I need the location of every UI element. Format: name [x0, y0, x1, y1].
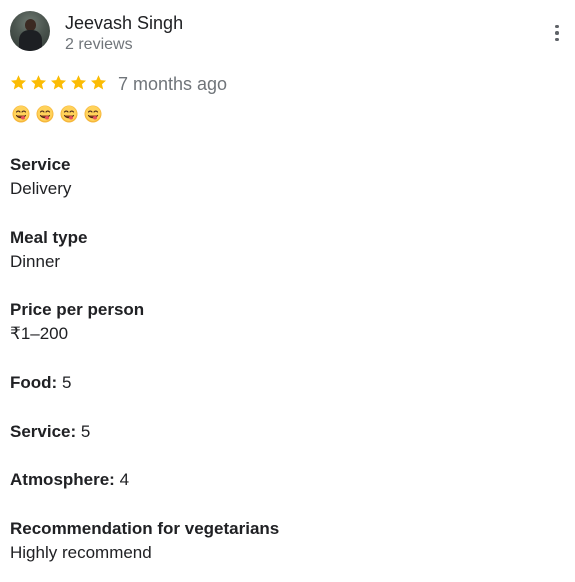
author-review-count: 2 reviews: [65, 36, 133, 53]
more-options-icon: [555, 24, 559, 29]
service-value: Delivery: [10, 179, 72, 198]
food-rating-value: 5: [61, 373, 72, 392]
service-rating-value: 5: [80, 422, 91, 441]
service-rating-label: Service:: [10, 422, 77, 441]
recommendation-value: Highly recommend: [10, 543, 152, 562]
food-rating: Food: 5: [10, 373, 71, 393]
star-icon: [90, 75, 107, 90]
star-rating: [10, 74, 107, 91]
service-rating: Service: 5: [10, 422, 90, 442]
atmosphere-rating: Atmosphere: 4: [10, 470, 129, 490]
price-label: Price per person: [10, 300, 145, 319]
atmosphere-rating-label: Atmosphere:: [10, 470, 115, 489]
star-icon: [70, 75, 87, 90]
price-value: ₹1–200: [10, 324, 69, 343]
author-name[interactable]: Jeevash Singh: [65, 12, 183, 34]
face-savoring-food-icon: [60, 105, 78, 123]
recommendation-label: Recommendation for vegetarians: [10, 519, 280, 538]
star-icon: [10, 75, 27, 90]
service-label: Service: [10, 155, 71, 174]
atmosphere-rating-value: 4: [119, 470, 130, 489]
review-emojis: [12, 105, 102, 123]
meal-type-label: Meal type: [10, 228, 88, 247]
star-icon: [30, 75, 47, 90]
food-rating-label: Food:: [10, 373, 58, 392]
meal-type-value: Dinner: [10, 252, 61, 271]
more-options-button[interactable]: [548, 22, 566, 44]
star-icon: [50, 75, 67, 90]
review-time: 7 months ago: [118, 74, 228, 94]
face-savoring-food-icon: [36, 105, 54, 123]
face-savoring-food-icon: [12, 105, 30, 123]
author-avatar[interactable]: [10, 11, 50, 51]
face-savoring-food-icon: [84, 105, 102, 123]
